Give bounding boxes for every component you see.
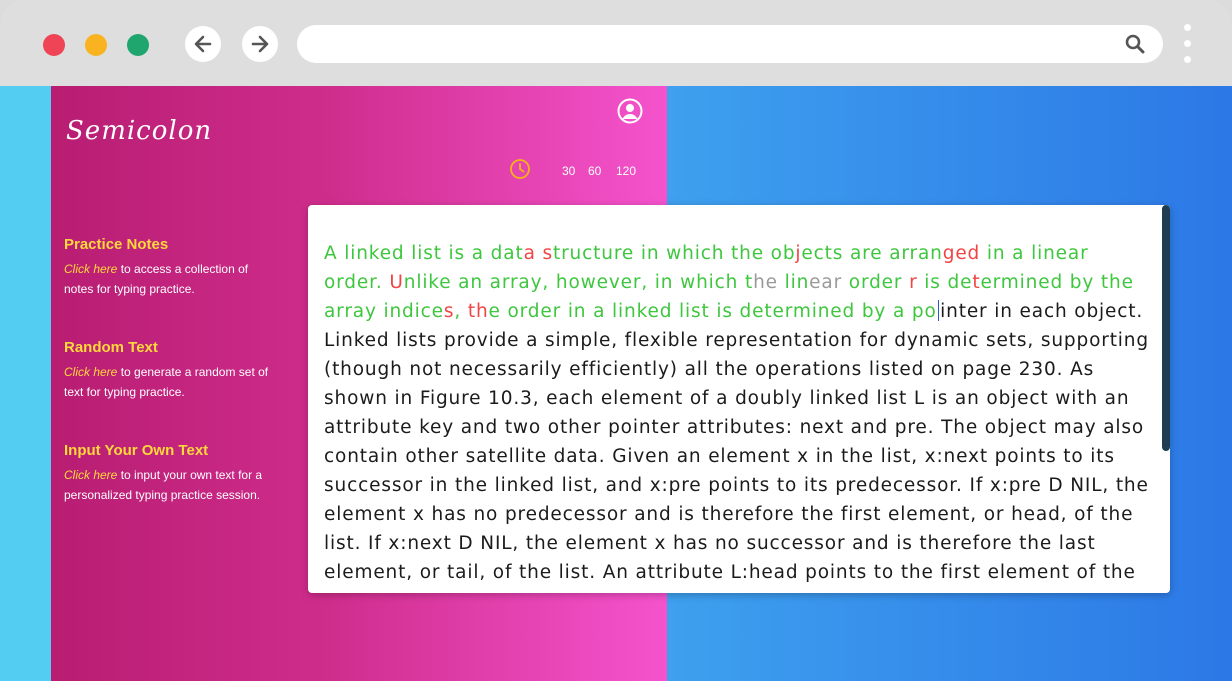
text-segment-ok: tructure in which the ob: [553, 243, 796, 264]
text-segment-err: th: [467, 301, 489, 322]
sidebar-item-input-own-text: Input Your Own Text Click here to input …: [64, 442, 279, 505]
text-segment-plain: contain other satellite data. Given an e…: [324, 446, 1115, 467]
text-segment-ok: in a linear: [980, 243, 1089, 264]
text-segment-plain: Linked lists provide a simple, flexible …: [324, 330, 1149, 351]
text-line: element, or tail, of the list. An attrib…: [324, 558, 1164, 587]
timer-option-30[interactable]: 30: [562, 164, 575, 178]
text-segment-ok: ,: [454, 301, 468, 322]
sidebar-item-title[interactable]: Random Text: [64, 339, 279, 356]
sidebar-item-description: Click here to generate a random set of t…: [64, 363, 279, 402]
timer-option-120[interactable]: 120: [616, 164, 636, 178]
scrollbar-thumb[interactable]: [1162, 205, 1170, 451]
forward-button[interactable]: [242, 26, 278, 62]
left-background: [0, 86, 51, 681]
text-segment-err: a: [523, 243, 536, 264]
text-segment-plain: successor in the linked list, and x:pre …: [324, 475, 1149, 496]
click-here-link[interactable]: Click here: [64, 365, 117, 379]
text-segment-plain: (though not necessarily efficiently) all…: [324, 359, 1095, 380]
text-line: order. Unlike an array, however, in whic…: [324, 268, 1164, 297]
text-segment-ok: is de: [917, 272, 973, 293]
timer-option-60[interactable]: 60: [588, 164, 601, 178]
minimize-window-button[interactable]: [85, 34, 107, 56]
text-line: A linked list is a data structure in whi…: [324, 239, 1164, 268]
click-here-link[interactable]: Click here: [64, 262, 117, 276]
page-viewport: Semicolon 30 60 120 Practice Notes Click…: [0, 86, 1232, 681]
text-segment-err: U: [389, 272, 404, 293]
text-segment-ok: ermined by the: [980, 272, 1134, 293]
browser-menu-icon[interactable]: [1180, 24, 1194, 66]
text-segment-skip: he: [753, 272, 778, 293]
text-segment-err: s: [443, 301, 455, 322]
address-bar[interactable]: [297, 25, 1163, 63]
user-profile-icon[interactable]: [617, 98, 643, 124]
text-segment-ok: array indice: [324, 301, 444, 322]
app-logo[interactable]: Semicolon: [66, 116, 212, 146]
text-line: contain other satellite data. Given an e…: [324, 442, 1164, 471]
text-segment-ok: A linked list is a dat: [324, 243, 524, 264]
text-line: (though not necessarily efficiently) all…: [324, 355, 1164, 384]
click-here-link[interactable]: Click here: [64, 468, 117, 482]
text-segment-err: r: [909, 272, 918, 293]
text-segment-err: s: [542, 243, 553, 264]
search-icon[interactable]: [1125, 34, 1145, 54]
text-line: attribute key and two other pointer attr…: [324, 413, 1164, 442]
arrow-left-icon: [194, 35, 212, 53]
sidebar-item-description: Click here to input your own text for a …: [64, 466, 279, 505]
text-line: shown in Figure 10.3, each element of a …: [324, 384, 1164, 413]
browser-titlebar: [0, 0, 1232, 86]
text-segment-err: ged: [942, 243, 981, 264]
text-segment-ok: nlike an array, however, in which t: [403, 272, 754, 293]
typing-text: A linked list is a data structure in whi…: [324, 239, 1164, 587]
arrow-right-icon: [251, 35, 269, 53]
text-line: element x has no predecessor and is ther…: [324, 500, 1164, 529]
text-segment-ok: order.: [324, 272, 390, 293]
sidebar-item-random-text: Random Text Click here to generate a ran…: [64, 339, 279, 402]
text-line: array indices, the order in a linked lis…: [324, 297, 1164, 326]
sidebar-item-title[interactable]: Input Your Own Text: [64, 442, 279, 459]
text-segment-plain: inter in each object.: [940, 301, 1144, 322]
text-segment-skip: ear: [809, 272, 843, 293]
text-segment-ok: [536, 243, 543, 264]
maximize-window-button[interactable]: [127, 34, 149, 56]
text-line: successor in the linked list, and x:pre …: [324, 471, 1164, 500]
text-segment-plain: attribute key and two other pointer attr…: [324, 417, 1145, 438]
text-segment-plain: shown in Figure 10.3, each element of a …: [324, 388, 1130, 409]
sidebar-item-practice-notes: Practice Notes Click here to access a co…: [64, 236, 279, 299]
text-segment-plain: element, or tail, of the list. An attrib…: [324, 562, 1136, 583]
sidebar-item-title[interactable]: Practice Notes: [64, 236, 279, 253]
text-line: Linked lists provide a simple, flexible …: [324, 326, 1164, 355]
text-segment-ok: ects are arran: [801, 243, 943, 264]
typing-caret: [937, 300, 940, 321]
text-segment-ok: lin: [777, 272, 810, 293]
text-segment-ok: e order in a linked list is determined b…: [488, 301, 937, 322]
close-window-button[interactable]: [43, 34, 65, 56]
text-segment-plain: element x has no predecessor and is ther…: [324, 504, 1134, 525]
typing-text-area[interactable]: A linked list is a data structure in whi…: [308, 205, 1170, 593]
sidebar-item-description: Click here to access a collection of not…: [64, 260, 279, 299]
text-segment-plain: list. If x:next D NIL, the element x has…: [324, 533, 1096, 554]
clock-icon: [510, 159, 530, 179]
text-segment-ok: order: [842, 272, 910, 293]
text-line: list. If x:next D NIL, the element x has…: [324, 529, 1164, 558]
browser-window: Semicolon 30 60 120 Practice Notes Click…: [0, 0, 1232, 681]
back-button[interactable]: [185, 26, 221, 62]
